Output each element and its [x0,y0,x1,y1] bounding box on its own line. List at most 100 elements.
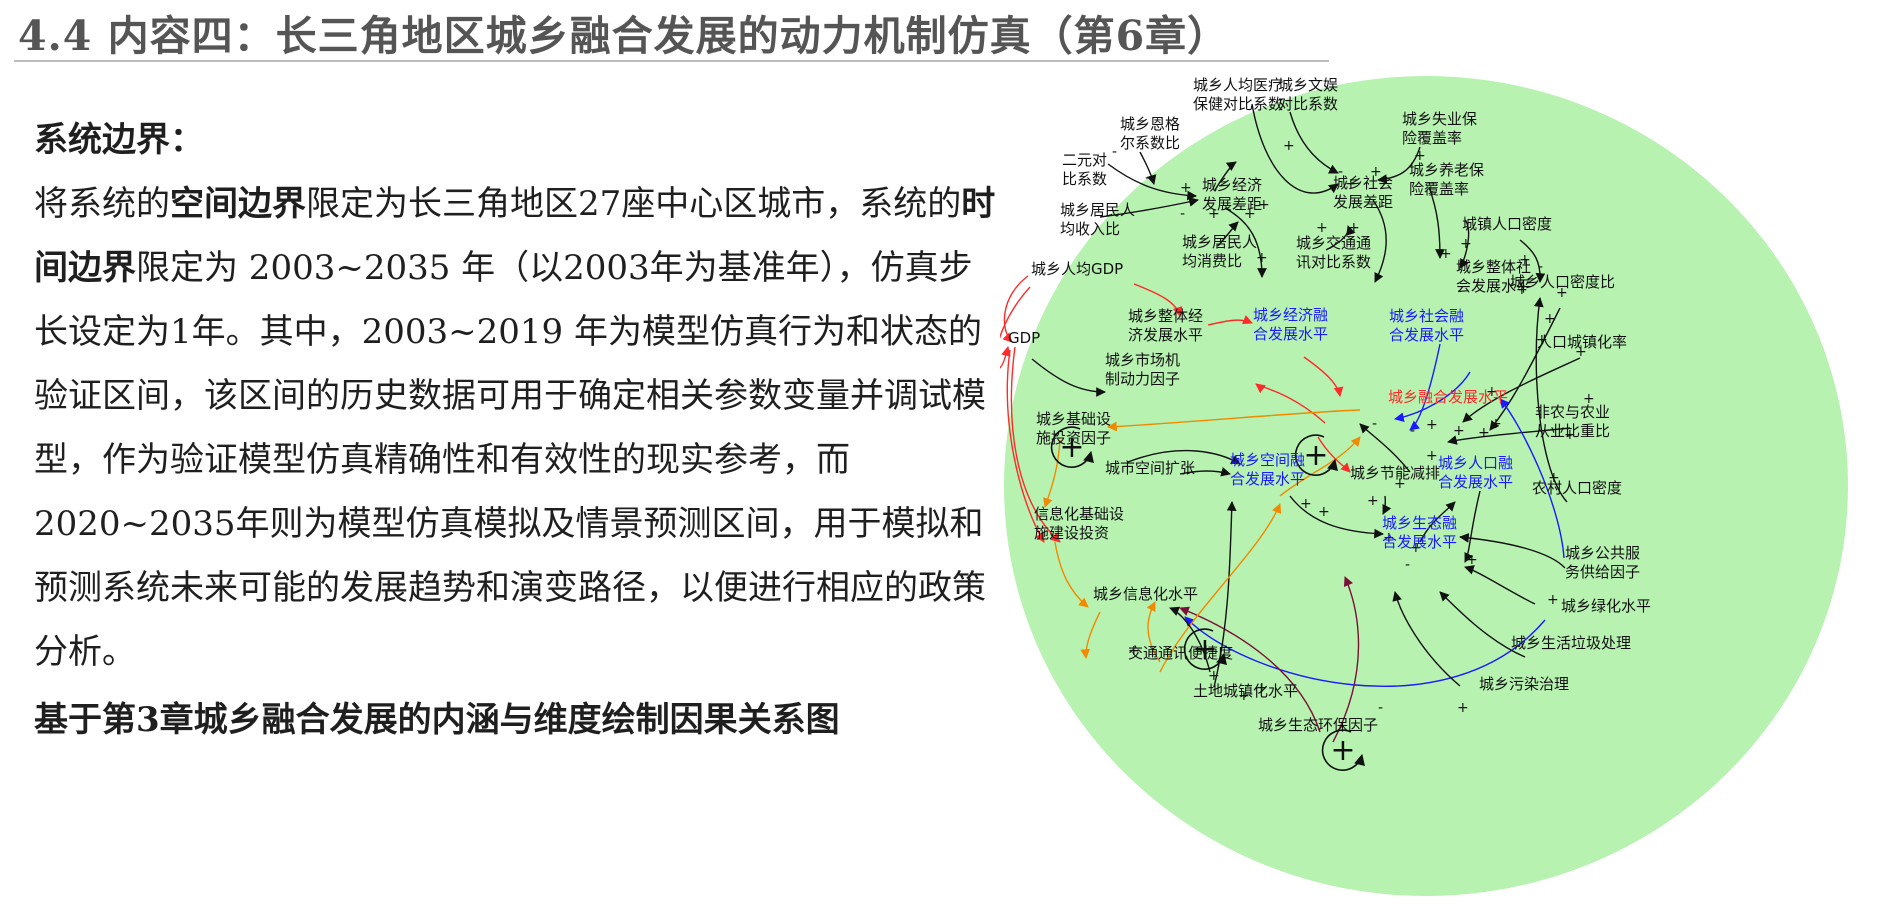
text-run: 限定为长三角地区27座中心区城市，系统的 [306,184,962,224]
polarity-sign: + [1440,246,1452,262]
polarity-sign: + [1367,493,1379,509]
variable-econgap: 城乡经济发展差距 [1202,176,1262,213]
variable-popden: 城镇人口密度 [1462,215,1552,233]
polarity-sign: - [1372,416,1377,432]
variable-line: 险覆盖率 [1409,180,1469,198]
variable-infra: 城乡基础设施投资因子 [1036,410,1111,447]
variable-pubsvc: 城乡公共服务供给因子 [1565,544,1640,581]
variable-gdp: GDP [1008,329,1040,347]
variable-dual: 二元对比系数 [1062,151,1107,188]
polarity-sign: + [1460,236,1472,252]
polarity-sign: + [1466,552,1478,568]
variable-line: 城乡市场机 [1105,351,1180,369]
variable-line: 城乡居民人 [1182,233,1257,251]
variable-line: 合发展水平 [1382,533,1457,551]
variable-info: 城乡信息化水平 [1093,585,1198,603]
variable-line: 施投资因子 [1036,429,1111,447]
variable-line: 制动力因子 [1105,370,1180,388]
variable-cul: 城乡文娱对比系数 [1278,76,1338,113]
polarity-sign: + [1478,425,1490,441]
variable-traffic: 城乡交通通讯对比系数 [1296,234,1371,271]
polarity-sign: + [1426,417,1438,433]
variable-line: 城乡恩格 [1120,115,1180,133]
variable-line: 城乡基础设 [1036,410,1111,428]
variable-garbage: 城乡生活垃圾处理 [1511,634,1631,652]
variable-line: 城乡融合发展水平 [1388,388,1508,406]
polarity-sign: - [1405,557,1410,573]
variable-nonagri: 非农与农业从业比重比 [1535,403,1610,440]
emphasis-spatial: 空间边界 [170,184,306,224]
variable-popint: 城乡人口融合发展水平 [1438,454,1513,491]
section-heading: 系统边界： [34,120,204,160]
variable-line: 保健对比系数 [1193,95,1283,113]
title-divider [14,60,1329,62]
polarity-sign: + [1426,448,1438,464]
variable-line: 对比系数 [1278,95,1338,113]
variable-line: 济发展水平 [1128,326,1203,344]
variable-line: 城乡经济 [1202,176,1262,194]
variable-line: 土地城镇化水平 [1193,682,1298,700]
variable-line: 发展差距 [1333,193,1393,211]
variable-line: 均消费比 [1182,252,1242,270]
variable-line: 城乡空间融 [1230,451,1305,469]
variable-line: 城乡居民人 [1060,201,1135,219]
variable-line: 城乡人口密度比 [1510,273,1615,291]
variable-line: 城乡生态融 [1382,514,1457,532]
variable-line: 均收入比 [1060,220,1120,238]
variable-line: 讯对比系数 [1296,253,1371,271]
variable-socgap: 城乡社会发展差距 [1333,174,1393,211]
text-run: 限定为 2003~2035 年（以2003年为基准年），仿真步长设定为1年。其中… [34,248,986,672]
variable-green: 城乡绿化水平 [1561,597,1651,615]
variable-spaint: 城乡空间融合发展水平 [1230,451,1305,488]
variable-line: 发展差距 [1202,195,1262,213]
variable-line: 交通通讯便捷度 [1128,644,1233,662]
variable-core: 城乡融合发展水平 [1388,388,1508,406]
variable-line: 城乡整体经 [1128,307,1203,325]
variable-socint: 城乡社会融合发展水平 [1389,307,1464,344]
variable-line: 城乡文娱 [1278,76,1338,94]
variable-line: 务供给因子 [1565,563,1640,581]
variable-line: 施建设投资 [1034,524,1109,542]
variable-line: 合发展水平 [1253,325,1328,343]
polarity-sign: + [1256,250,1268,266]
variable-line: 城乡交通通 [1296,234,1371,252]
text-run: 将系统的 [34,184,170,224]
variable-line: 城乡经济融 [1253,306,1328,324]
variable-line: 城乡信息化水平 [1093,585,1198,603]
polarity-sign: + [1180,180,1192,196]
variable-line: 信息化基础设 [1034,505,1124,523]
variable-line: 人口城镇化率 [1537,333,1627,351]
body-text: 系统边界： 将系统的空间边界限定为长三角地区27座中心区城市，系统的时间边界限定… [34,108,999,752]
variable-engel: 城乡恩格尔系数比 [1120,115,1180,152]
variable-line: 城乡生态环保因子 [1258,716,1378,734]
variable-line: 城乡污染治理 [1479,675,1569,693]
variable-line: 城镇人口密度 [1462,215,1552,233]
diagram-background [1004,76,1848,896]
polarity-sign: + [1283,138,1295,154]
variable-rural: 农村人口密度 [1532,479,1622,497]
variable-energy: 城乡节能减排 [1350,464,1440,482]
page-title: 4.4 内容四：长三角地区城乡融合发展的动力机制仿真（第6章） [18,12,1230,60]
variable-line: 城乡人均医疗 [1193,76,1283,94]
variable-gdppc: 城乡人均GDP [1031,260,1123,278]
variable-ecoenv: 城乡生态环保因子 [1258,716,1378,734]
boundary-paragraph: 将系统的空间边界限定为长三角地区27座中心区城市，系统的时间边界限定为 2003… [34,172,999,684]
variable-line: 比系数 [1062,170,1107,188]
variable-line: 城乡绿化水平 [1561,597,1651,615]
diagram-caption: 基于第3章城乡融合发展的内涵与维度绘制因果关系图 [34,700,840,740]
variable-line: 非农与农业 [1535,403,1610,421]
variable-line: 城乡养老保 [1409,161,1484,179]
variable-land: 土地城镇化水平 [1193,682,1298,700]
variable-line: 城乡生活垃圾处理 [1511,634,1631,652]
polarity-sign: + [1300,496,1312,512]
variable-pollute: 城乡污染治理 [1479,675,1569,693]
variable-line: 城乡人均GDP [1031,260,1123,278]
variable-line: GDP [1008,329,1040,347]
loop-polarity: + [1330,733,1355,768]
polarity-sign: + [1457,700,1469,716]
loop-polarity: + [1303,438,1328,473]
variable-line: 城乡人口融 [1438,454,1513,472]
variable-line: 城市空间扩张 [1105,459,1195,477]
variable-line: 农村人口密度 [1532,479,1622,497]
variable-line: 尔系数比 [1120,134,1180,152]
